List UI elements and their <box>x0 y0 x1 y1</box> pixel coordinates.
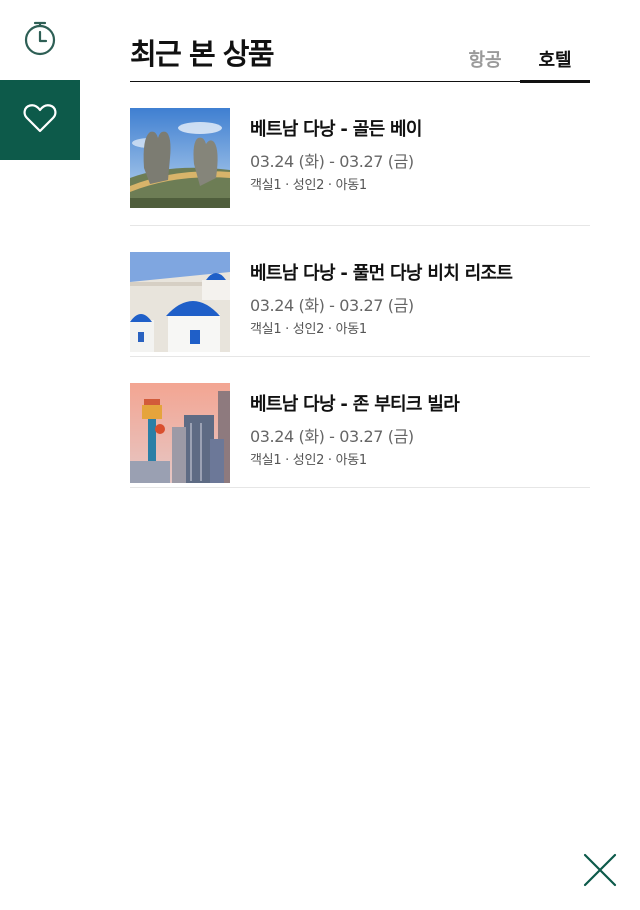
product-thumbnail <box>130 252 230 352</box>
product-thumbnail <box>130 108 230 208</box>
close-icon <box>582 853 618 892</box>
tab-flight[interactable]: 항공 <box>450 51 520 82</box>
list-item[interactable]: 베트남 다낭 - 골든 베이 03.24 (화) - 03.27 (금) 객실1… <box>130 82 590 226</box>
guest-summary: 객실1 · 성인2 · 아동1 <box>250 178 367 193</box>
recent-product-list: 베트남 다낭 - 골든 베이 03.24 (화) - 03.27 (금) 객실1… <box>130 82 590 488</box>
product-thumbnail <box>130 383 230 483</box>
panel-header: 최근 본 상품 항공 호텔 <box>130 0 590 83</box>
product-name: 베트남 다낭 - 풀먼 다낭 비치 리조트 <box>250 263 513 284</box>
stay-dates: 03.24 (화) - 03.27 (금) <box>250 296 414 315</box>
product-info: 베트남 다낭 - 존 부티크 빌라 03.24 (화) - 03.27 (금) … <box>250 383 460 470</box>
guest-summary: 객실1 · 성인2 · 아동1 <box>250 453 367 468</box>
category-tabs: 항공 호텔 <box>450 0 590 83</box>
stay-dates: 03.24 (화) - 03.27 (금) <box>250 152 414 171</box>
wishlist-tab[interactable] <box>0 80 80 160</box>
product-name: 베트남 다낭 - 골든 베이 <box>250 119 422 140</box>
heart-icon <box>23 103 57 137</box>
product-name: 베트남 다낭 - 존 부티크 빌라 <box>250 394 460 415</box>
list-item[interactable]: 베트남 다낭 - 풀먼 다낭 비치 리조트 03.24 (화) - 03.27 … <box>130 226 590 357</box>
list-item[interactable]: 베트남 다낭 - 존 부티크 빌라 03.24 (화) - 03.27 (금) … <box>130 357 590 488</box>
product-info: 베트남 다낭 - 풀먼 다낭 비치 리조트 03.24 (화) - 03.27 … <box>250 252 513 339</box>
close-button[interactable] <box>582 852 618 888</box>
timer-icon <box>23 20 57 60</box>
recent-viewed-tab[interactable] <box>0 0 80 80</box>
recent-products-panel: 최근 본 상품 항공 호텔 베트남 다낭 - 골든 베이 03.24 (화) -… <box>130 0 590 488</box>
product-info: 베트남 다낭 - 골든 베이 03.24 (화) - 03.27 (금) 객실1… <box>250 108 422 208</box>
stay-dates: 03.24 (화) - 03.27 (금) <box>250 427 414 446</box>
guest-summary: 객실1 · 성인2 · 아동1 <box>250 322 367 337</box>
tab-hotel[interactable]: 호텔 <box>520 51 590 83</box>
page-title: 최근 본 상품 <box>130 37 275 71</box>
